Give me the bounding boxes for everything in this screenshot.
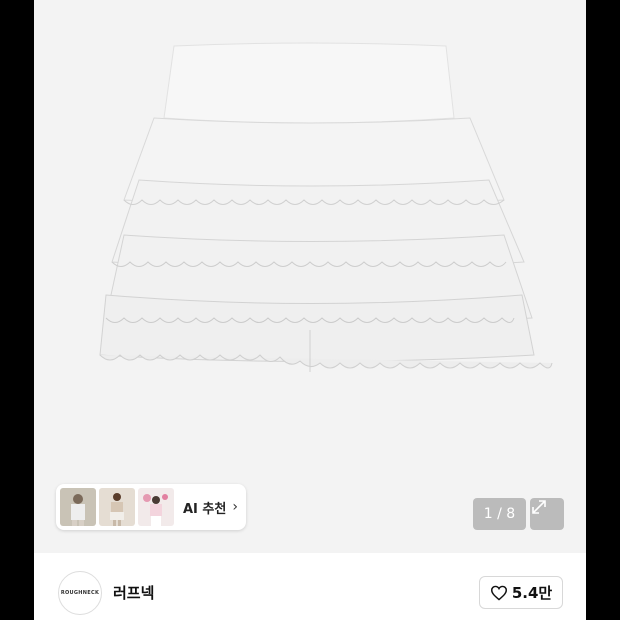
image-page-indicator: 1 / 8 (473, 498, 526, 530)
recommend-thumbnail-3[interactable] (138, 488, 174, 526)
like-button[interactable]: 5.4만 (479, 576, 563, 609)
chevron-right-icon: › (232, 499, 238, 515)
recommend-thumbnail-2[interactable] (99, 488, 135, 526)
store-name[interactable]: 러프넥 (113, 582, 154, 603)
thumbnail-2-image (99, 488, 135, 526)
app-frame: AI 추천 › 1 / 8 ROUGHNECK 러프넥 5.4만 (34, 0, 586, 620)
product-photo-skirt (99, 42, 553, 372)
recommend-thumbnail-1[interactable] (60, 488, 96, 526)
store-bar: ROUGHNECK 러프넥 5.4만 (34, 553, 586, 620)
expand-button[interactable] (530, 498, 564, 530)
like-count: 5.4만 (511, 584, 553, 602)
ai-recommend-card[interactable]: AI 추천 › (56, 484, 246, 530)
thumbnail-1-image (60, 488, 96, 526)
thumbnail-3-image (138, 488, 174, 526)
heart-outline-icon (490, 585, 507, 601)
store-logo[interactable]: ROUGHNECK (58, 571, 102, 615)
expand-arrows-icon (532, 500, 546, 514)
product-image[interactable]: AI 추천 › 1 / 8 (34, 0, 586, 553)
ai-recommend-label: AI 추천 (183, 501, 227, 517)
